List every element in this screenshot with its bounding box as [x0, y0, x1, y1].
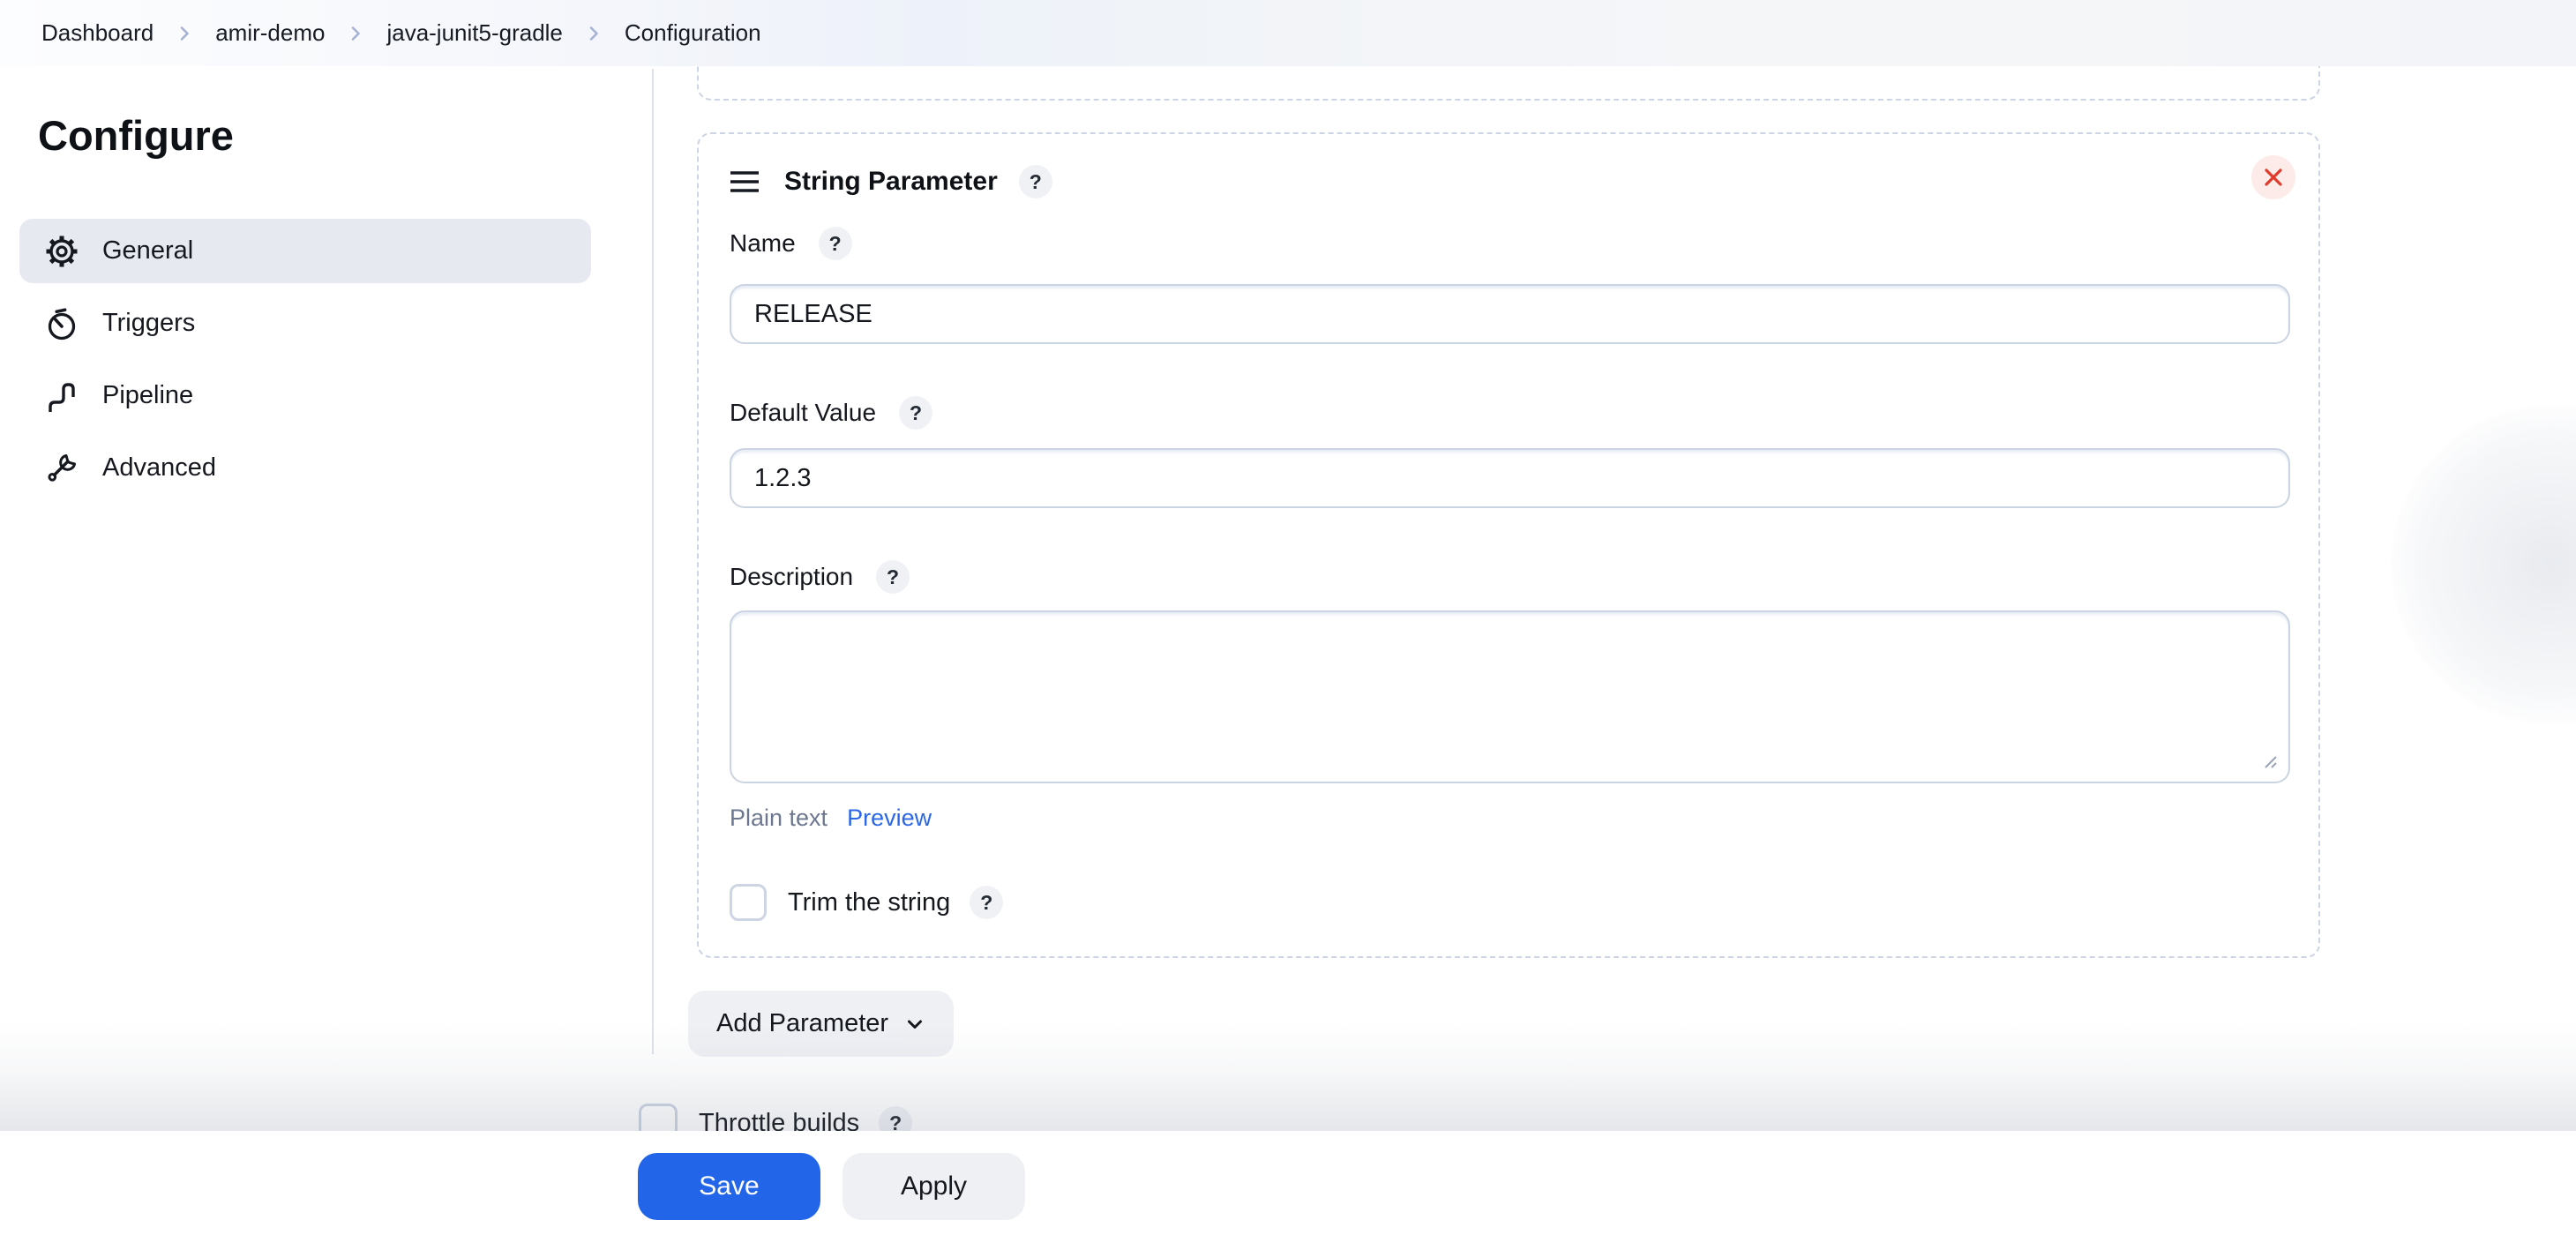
parameter-card-header: String Parameter ?: [730, 159, 1052, 205]
sidebar-item-label: Advanced: [102, 453, 216, 482]
help-button[interactable]: ?: [899, 396, 933, 430]
breadcrumb-bar: Dashboard amir-demo java-junit5-gradle C…: [0, 0, 2576, 66]
default-value-label-row: Default Value ?: [730, 395, 933, 430]
name-label-row: Name ?: [730, 226, 852, 261]
help-button[interactable]: ?: [818, 227, 852, 260]
sidebar-item-label: Triggers: [102, 309, 196, 337]
parameter-card-title: String Parameter: [784, 167, 998, 196]
chevron-down-icon: [904, 1014, 925, 1035]
pipeline-icon: [44, 378, 79, 414]
name-label: Name: [730, 229, 796, 257]
description-label: Description: [730, 563, 854, 590]
description-label-row: Description ?: [730, 559, 910, 595]
decorative-glow: [2391, 406, 2576, 723]
default-value-input[interactable]: [730, 448, 2290, 508]
apply-button[interactable]: Apply: [842, 1153, 1025, 1220]
description-mode-row: Plain text Preview: [730, 805, 932, 832]
breadcrumb-dashboard[interactable]: Dashboard: [41, 19, 154, 47]
trim-string-checkbox[interactable]: [730, 884, 767, 921]
add-parameter-label: Add Parameter: [716, 1009, 889, 1037]
trim-string-row: Trim the string ?: [730, 884, 1004, 921]
breadcrumb-configuration[interactable]: Configuration: [625, 19, 761, 47]
sidebar-divider: [652, 69, 654, 1054]
remove-parameter-button[interactable]: [2251, 155, 2295, 199]
sidebar-item-advanced[interactable]: Advanced: [19, 436, 591, 500]
wrench-icon: [44, 451, 79, 486]
sidebar-item-pipeline[interactable]: Pipeline: [19, 363, 591, 428]
preview-link[interactable]: Preview: [847, 805, 932, 832]
footer-shadow: [0, 1023, 2576, 1131]
page-title: Configure: [38, 112, 234, 159]
save-bar: Save Apply: [0, 1131, 2576, 1235]
string-parameter-card: String Parameter ? Name ? Default Value …: [697, 132, 2320, 958]
sidebar-item-general[interactable]: General: [19, 219, 591, 283]
name-input[interactable]: [730, 284, 2290, 344]
sidebar-item-triggers[interactable]: Triggers: [19, 291, 591, 356]
sidebar-item-label: General: [102, 236, 194, 265]
breadcrumb-folder[interactable]: amir-demo: [215, 19, 325, 47]
close-icon: [2263, 167, 2284, 188]
save-button[interactable]: Save: [638, 1153, 820, 1220]
default-value-label: Default Value: [730, 399, 877, 426]
breadcrumb: Dashboard amir-demo java-junit5-gradle C…: [41, 19, 761, 47]
chevron-right-icon: [584, 24, 603, 43]
plain-text-label: Plain text: [730, 805, 828, 831]
gear-icon: [44, 234, 79, 269]
breadcrumb-job[interactable]: java-junit5-gradle: [386, 19, 562, 47]
chevron-right-icon: [175, 24, 194, 43]
timer-icon: [44, 306, 79, 341]
trim-string-label[interactable]: Trim the string: [788, 888, 950, 917]
help-button[interactable]: ?: [970, 886, 1004, 919]
configure-page: Dashboard amir-demo java-junit5-gradle C…: [0, 0, 2576, 1235]
add-parameter-button[interactable]: Add Parameter: [688, 991, 955, 1057]
configure-sidebar: General Triggers Pipeline Advanced: [19, 219, 591, 508]
help-button[interactable]: ?: [876, 560, 910, 594]
chevron-right-icon: [346, 24, 365, 43]
description-textarea[interactable]: [730, 610, 2290, 783]
sidebar-item-label: Pipeline: [102, 381, 194, 409]
help-button[interactable]: ?: [1018, 165, 1052, 198]
drag-handle-icon[interactable]: [730, 170, 760, 193]
